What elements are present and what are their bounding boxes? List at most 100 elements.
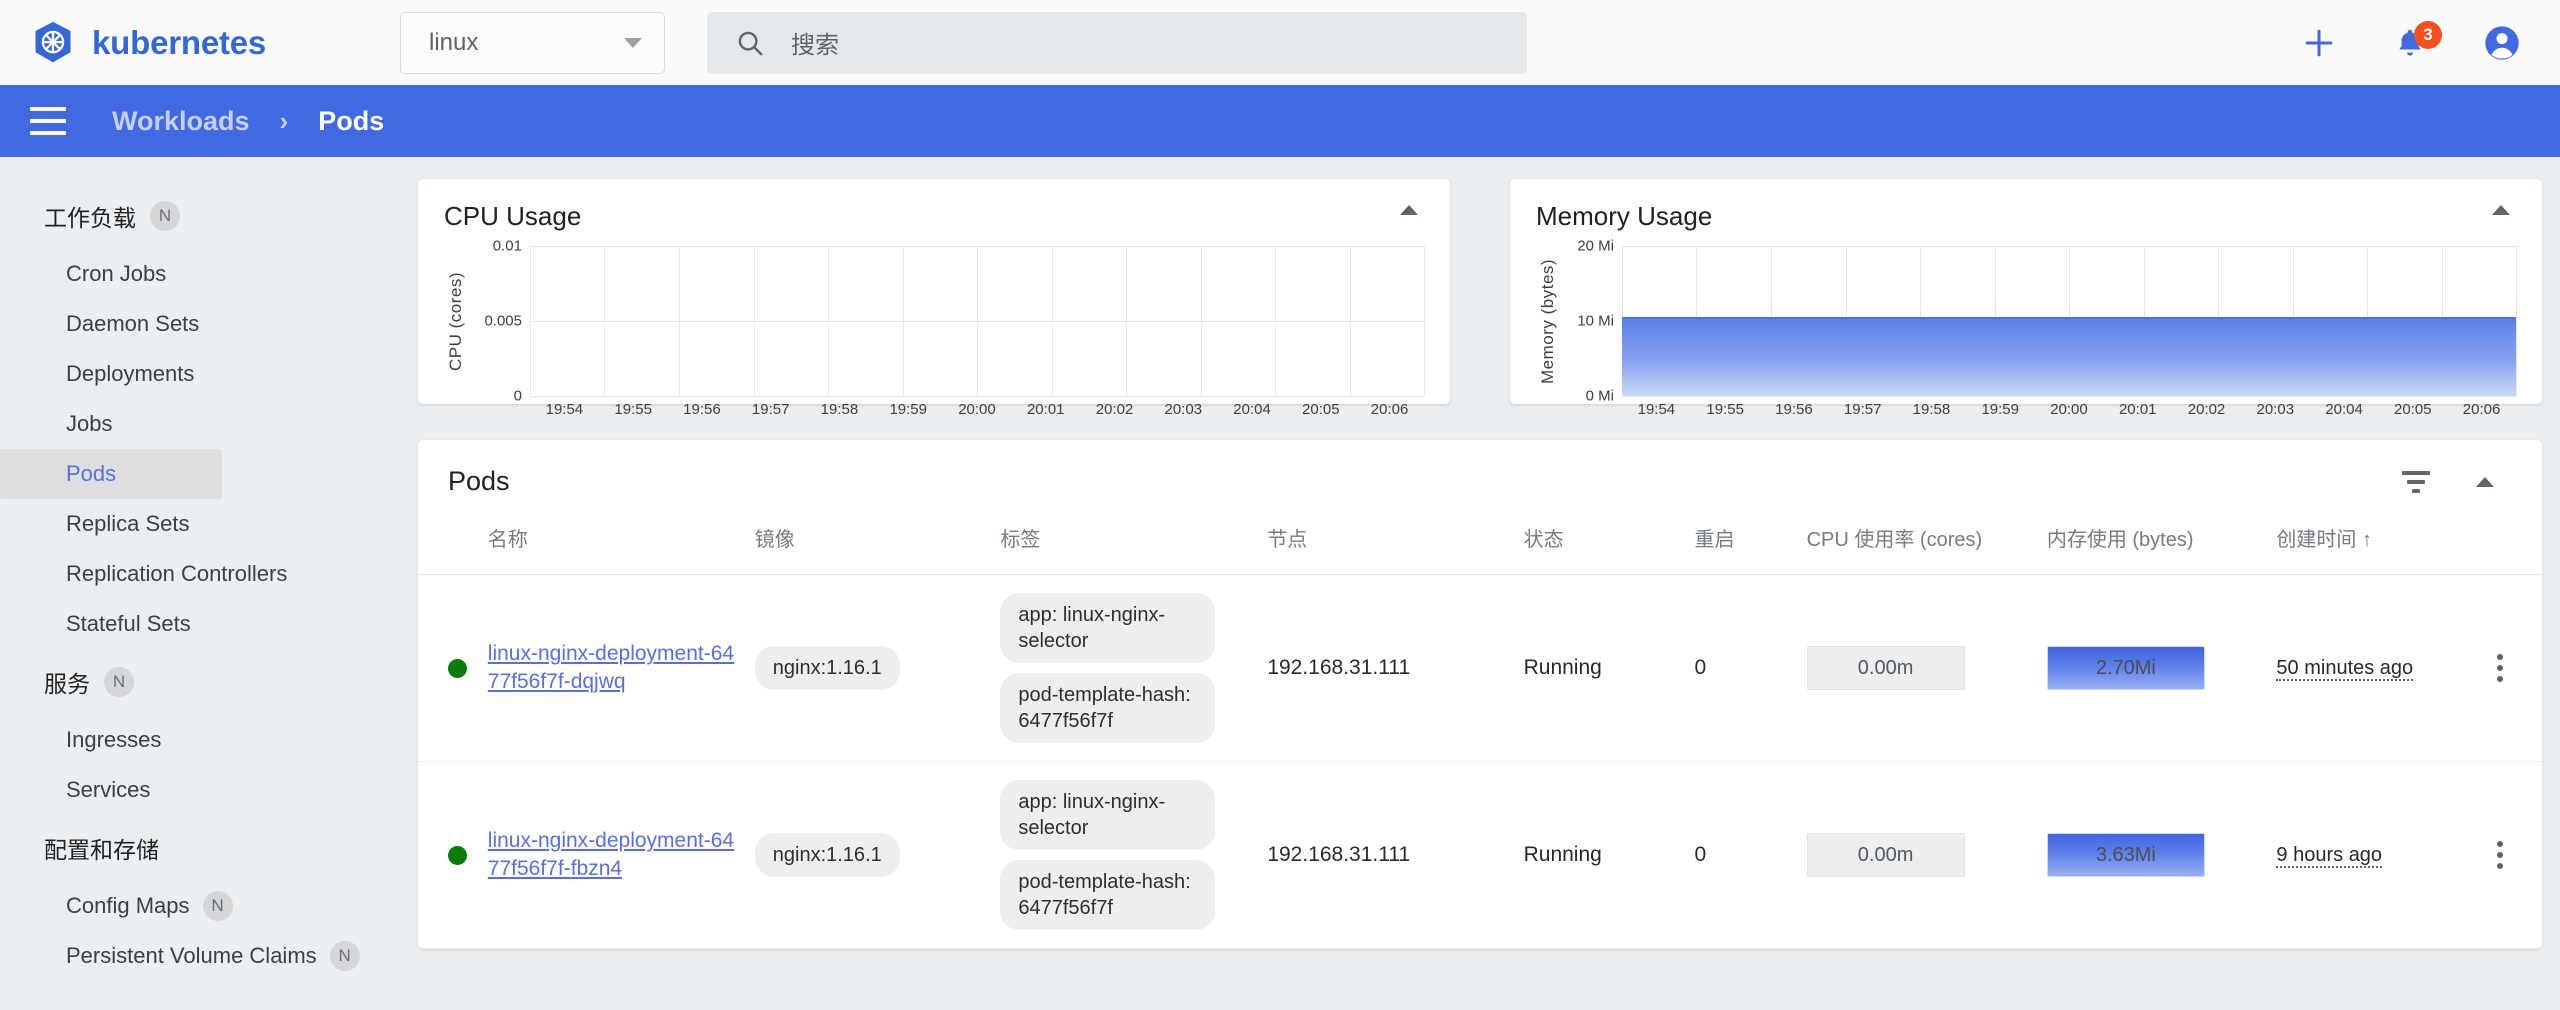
filter-list-icon[interactable]: [2402, 470, 2430, 493]
kubernetes-helm-wheel-icon: [35, 21, 71, 62]
search-input[interactable]: 搜索: [707, 11, 1527, 74]
sidebar-item-daemon-sets[interactable]: Daemon Sets: [0, 299, 410, 349]
sidebar-group-label: 工作负载: [44, 205, 136, 231]
memory-x-ticks: 19:54 19:55 19:56 19:57 19:58 19:59 20:00 20:01…: [1622, 401, 2516, 418]
memory-usage-bar: 3.63Mi: [2046, 833, 2205, 877]
sidebar-item-deployments[interactable]: Deployments: [0, 349, 410, 399]
sidebar-item-label: Jobs: [66, 411, 113, 436]
kebab-dot: [2497, 841, 2504, 847]
sidebar-group-config-and-storage: 配置和存储: [0, 815, 410, 881]
x-tick-label: 20:05: [1302, 401, 1340, 418]
kebab-dot: [2497, 852, 2504, 858]
sidebar: 工作负载 N Cron Jobs Daemon Sets Deployments…: [0, 157, 410, 1010]
created-time-text: 9 hours ago: [2276, 843, 2383, 868]
cpu-usage-bar: 0.00m: [1806, 646, 1965, 690]
row-name-cell: linux-nginx-deployment-6477f56f7f-dqjwq: [477, 574, 745, 762]
sidebar-item-jobs[interactable]: Jobs: [0, 399, 410, 449]
sidebar-item-replication-controllers[interactable]: Replication Controllers: [0, 549, 410, 599]
column-image[interactable]: 镜像: [744, 515, 991, 575]
gridline-vertical: [827, 246, 829, 396]
create-button[interactable]: [2300, 24, 2338, 62]
row-node-cell: 192.168.31.111: [1257, 761, 1514, 949]
metrics-cards-row: CPU Usage CPU (cores) 0.01 0.005 0 19:54…: [418, 179, 2542, 418]
body: 工作负载 N Cron Jobs Daemon Sets Deployments…: [0, 157, 2560, 1010]
x-tick-label: 20:03: [2256, 401, 2295, 418]
hamburger-menu-icon[interactable]: [30, 107, 66, 135]
x-tick-label: 19:57: [1843, 401, 1882, 418]
row-restarts-cell: 0: [1684, 761, 1797, 949]
gridline-vertical: [1424, 246, 1425, 396]
more-vert-icon[interactable]: [2469, 841, 2532, 869]
pod-name-link[interactable]: linux-nginx-deployment-6477f56f7f-fbzn4: [488, 829, 734, 880]
column-created[interactable]: 创建时间 ↑: [2266, 515, 2459, 575]
column-node[interactable]: 节点: [1257, 515, 1514, 575]
sidebar-item-config-maps[interactable]: Config Maps N: [0, 881, 410, 931]
triangle-up-icon[interactable]: [2476, 476, 2494, 487]
main-content: CPU Usage CPU (cores) 0.01 0.005 0 19:54…: [410, 157, 2560, 1010]
sidebar-item-stateful-sets[interactable]: Stateful Sets: [0, 599, 410, 649]
sidebar-item-services[interactable]: Services: [0, 765, 410, 815]
row-memory-cell: 2.70Mi: [2036, 574, 2267, 762]
app-header: kubernetes linux 搜索 3: [0, 0, 2560, 85]
row-labels-cell: app: linux-nginx-selector pod-template-h…: [990, 761, 1258, 949]
x-tick-label: 20:06: [2462, 401, 2501, 418]
sidebar-item-pods[interactable]: Pods: [0, 449, 222, 499]
gridline-vertical: [678, 246, 680, 396]
row-name-cell: linux-nginx-deployment-6477f56f7f-fbzn4: [477, 761, 745, 949]
pod-name-link[interactable]: linux-nginx-deployment-6477f56f7f-dqjwq: [488, 642, 734, 693]
gridline-vertical: [2516, 246, 2517, 396]
sidebar-item-persistent-volume-claims[interactable]: Persistent Volume Claims N: [0, 931, 410, 981]
row-cpu-cell: 0.00m: [1796, 574, 2037, 762]
label-chip: app: linux-nginx-selector: [1000, 780, 1216, 850]
column-name[interactable]: 名称: [477, 515, 745, 575]
row-status-cell: Running: [1513, 574, 1685, 762]
sidebar-item-replica-sets[interactable]: Replica Sets: [0, 499, 410, 549]
x-tick-label: 19:54: [1637, 401, 1676, 418]
namespace-selector[interactable]: linux: [400, 11, 665, 74]
column-cpu-usage[interactable]: CPU 使用率 (cores): [1796, 515, 2037, 575]
notifications-button[interactable]: 3: [2392, 20, 2442, 61]
gridline-vertical: [1349, 246, 1351, 396]
x-tick-label: 19:57: [751, 401, 790, 418]
column-actions: [2458, 515, 2542, 575]
cpu-y-tick: 0.01: [492, 237, 522, 255]
column-status[interactable]: 状态: [1513, 515, 1685, 575]
sidebar-item-cron-jobs[interactable]: Cron Jobs: [0, 249, 410, 299]
search-placeholder: 搜索: [791, 32, 839, 59]
x-tick-label: 20:01: [1026, 401, 1065, 418]
hamburger-bar: [30, 119, 66, 123]
column-labels[interactable]: 标签: [990, 515, 1258, 575]
brand[interactable]: kubernetes: [30, 20, 400, 66]
account-button[interactable]: [2482, 23, 2522, 63]
more-vert-icon[interactable]: [2469, 654, 2532, 682]
chevron-down-icon: [624, 37, 642, 48]
table-row[interactable]: linux-nginx-deployment-6477f56f7f-fbzn4 …: [418, 761, 2542, 949]
breadcrumb-parent[interactable]: Workloads: [112, 106, 250, 137]
image-chip: nginx:1.16.1: [754, 646, 900, 690]
column-memory-usage[interactable]: 内存使用 (bytes): [2036, 515, 2267, 575]
x-tick-label: 20:00: [2050, 401, 2088, 418]
x-tick-label: 20:01: [2118, 401, 2157, 418]
namespace-scope-chip: N: [104, 667, 134, 697]
sidebar-item-label: Ingresses: [66, 727, 162, 752]
sidebar-group-label: 配置和存储: [44, 837, 159, 863]
x-tick-label: 19:59: [1981, 401, 2019, 418]
column-restarts[interactable]: 重启: [1684, 515, 1797, 575]
kebab-dot: [2497, 654, 2504, 660]
cpu-y-tick: 0.005: [484, 312, 522, 330]
sidebar-item-ingresses[interactable]: Ingresses: [0, 715, 410, 765]
gridline-vertical: [1051, 246, 1053, 396]
brand-name: kubernetes: [92, 23, 267, 61]
cpu-usage-bar: 0.00m: [1806, 833, 1965, 877]
table-row[interactable]: linux-nginx-deployment-6477f56f7f-dqjwq …: [418, 574, 2542, 762]
breadcrumb-current: Pods: [318, 105, 385, 136]
row-actions-cell: [2458, 761, 2542, 949]
x-tick-label: 19:54: [545, 401, 584, 418]
triangle-up-icon[interactable]: [1400, 205, 1418, 215]
triangle-up-icon[interactable]: [2492, 205, 2510, 215]
filter-bar: [2407, 479, 2425, 484]
x-tick-label: 19:55: [614, 401, 652, 418]
memory-y-tick: 20 Mi: [1577, 237, 1614, 255]
row-created-cell: 50 minutes ago: [2266, 574, 2459, 762]
filter-bar: [2402, 470, 2430, 475]
